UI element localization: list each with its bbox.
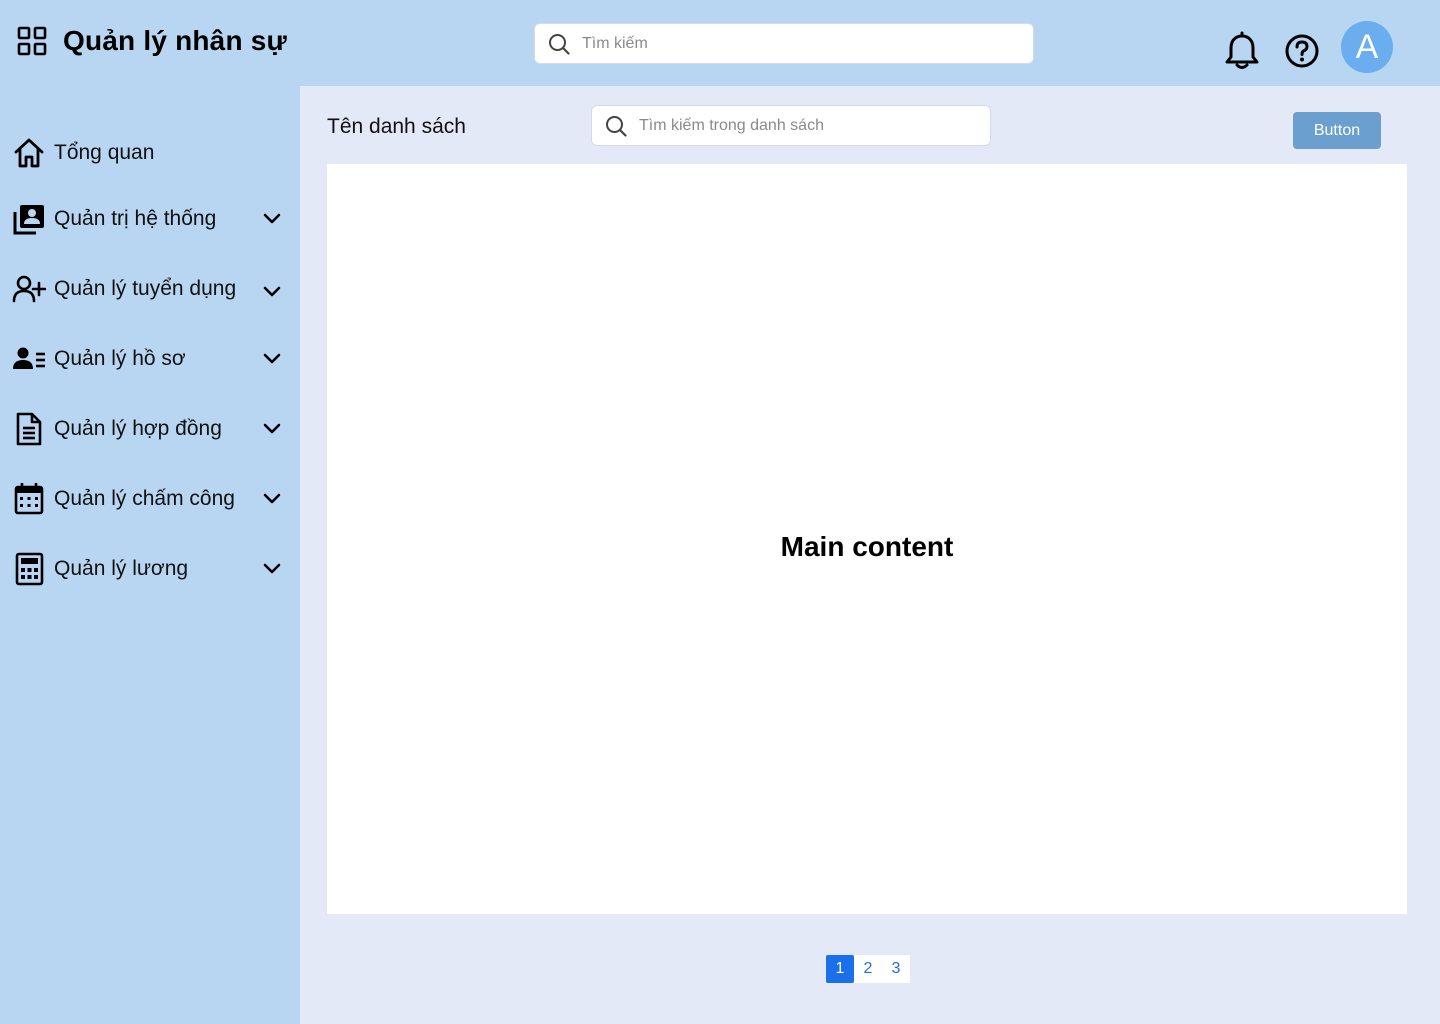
sidebar-item-label: Quản lý chấm công [54, 487, 235, 510]
sidebar-item-label: Quản lý hợp đồng [54, 417, 222, 440]
chevron-down-icon[interactable] [262, 419, 282, 439]
sidebar-item-contracts[interactable]: Quản lý hợp đồng [0, 406, 300, 452]
list-search-input[interactable] [639, 116, 990, 135]
sidebar: Tổng quan Quản trị hệ thống Quản lý tuyể… [0, 86, 300, 1024]
chevron-down-icon[interactable] [262, 559, 282, 579]
home-icon [12, 136, 46, 170]
primary-action-button[interactable]: Button [1293, 112, 1381, 149]
sidebar-item-attendance[interactable]: Quản lý chấm công [0, 476, 300, 522]
chevron-down-icon[interactable] [262, 209, 282, 229]
global-search-input[interactable] [582, 34, 1031, 53]
sidebar-item-label: Quản lý lương [54, 557, 189, 580]
sidebar-item-recruitment[interactable]: Quản lý tuyển dụng [0, 266, 300, 312]
list-title: Tên danh sách [327, 115, 466, 138]
page-2-button[interactable]: 2 [854, 955, 882, 983]
chevron-down-icon[interactable] [262, 349, 282, 369]
search-icon [549, 33, 570, 55]
sidebar-item-label: Tổng quan [54, 141, 155, 164]
chevron-down-icon[interactable] [262, 489, 282, 509]
sidebar-item-system-admin[interactable]: Quản trị hệ thống [0, 196, 300, 242]
page-3-button[interactable]: 3 [882, 955, 910, 983]
sidebar-item-profiles[interactable]: Quản lý hồ sơ [0, 336, 300, 382]
list-search-box[interactable] [591, 105, 991, 146]
user-avatar[interactable]: A [1341, 21, 1393, 73]
help-icon[interactable] [1284, 33, 1320, 69]
pagination: 1 2 3 [826, 955, 910, 983]
calendar-icon [12, 482, 46, 516]
user-add-icon [12, 272, 46, 306]
main-content-area: Main content [327, 164, 1407, 914]
search-icon [606, 115, 627, 137]
user-list-icon [12, 342, 46, 376]
page-1-button[interactable]: 1 [826, 955, 854, 983]
content-placeholder: Main content [780, 530, 954, 562]
sidebar-item-payroll[interactable]: Quản lý lương [0, 546, 300, 592]
admin-profile-icon [12, 202, 46, 236]
top-bar: Quản lý nhân sự A [0, 0, 1440, 86]
global-search-box[interactable] [534, 23, 1034, 64]
sidebar-item-label: Quản lý tuyển dụng [54, 277, 237, 300]
calculator-icon [12, 552, 46, 586]
sidebar-item-overview[interactable]: Tổng quan [0, 130, 300, 176]
app-title: Quản lý nhân sự [63, 25, 287, 56]
sidebar-item-label: Quản lý hồ sơ [54, 347, 186, 370]
main-panel: Tên danh sách Button Main content 1 2 3 [300, 86, 1440, 1024]
chevron-down-icon[interactable] [262, 282, 282, 302]
sidebar-item-label: Quản trị hệ thống [54, 207, 217, 230]
grid-apps-icon[interactable] [17, 26, 47, 56]
bell-icon[interactable] [1223, 31, 1261, 71]
document-icon [12, 412, 46, 446]
